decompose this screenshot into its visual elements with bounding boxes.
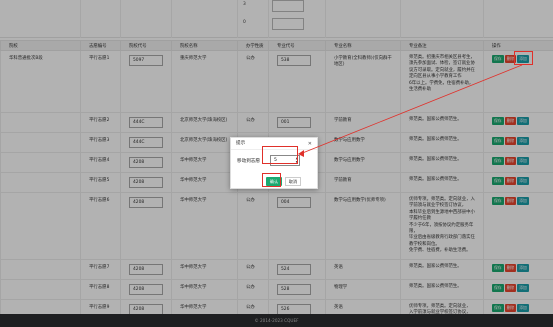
footer-copyright: © 2014-2023 CQUEF bbox=[0, 314, 553, 327]
highlight-input bbox=[262, 146, 298, 164]
move-to-label: 移动到志愿 bbox=[237, 159, 260, 164]
highlight-add-button bbox=[514, 51, 533, 65]
close-icon[interactable]: ✕ bbox=[308, 138, 312, 150]
highlight-confirm bbox=[262, 173, 281, 187]
cancel-button[interactable]: 取消 bbox=[285, 177, 301, 186]
